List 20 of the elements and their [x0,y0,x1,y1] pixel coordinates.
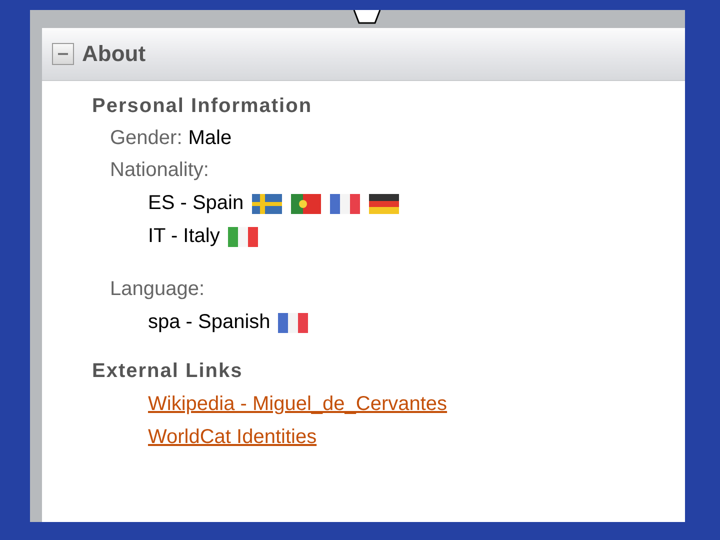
flag-icon [278,312,308,332]
notch-icon [353,10,381,24]
field-label: Language: [110,278,205,301]
field-label: Gender: [110,127,182,150]
collapse-button[interactable] [52,43,74,65]
flag-icon [330,194,360,214]
panel-title: About [82,41,146,67]
external-link[interactable]: WorldCat Identities [148,426,317,449]
country-text: ES - Spain [148,192,244,215]
flag-icon [228,226,258,246]
flag-icon [290,194,321,214]
flag-icon [252,194,282,214]
field-label: Nationality: [110,159,209,182]
flag-icon [368,194,399,214]
country-text: spa - Spanish [148,311,270,334]
country-text: IT - Italy [148,225,220,248]
field-value: Male [188,127,232,150]
external-link[interactable]: Wikipedia - Miguel_de_Cervantes [148,393,448,416]
section-heading: External Links [92,360,244,383]
section-heading: Personal Information [92,95,314,118]
